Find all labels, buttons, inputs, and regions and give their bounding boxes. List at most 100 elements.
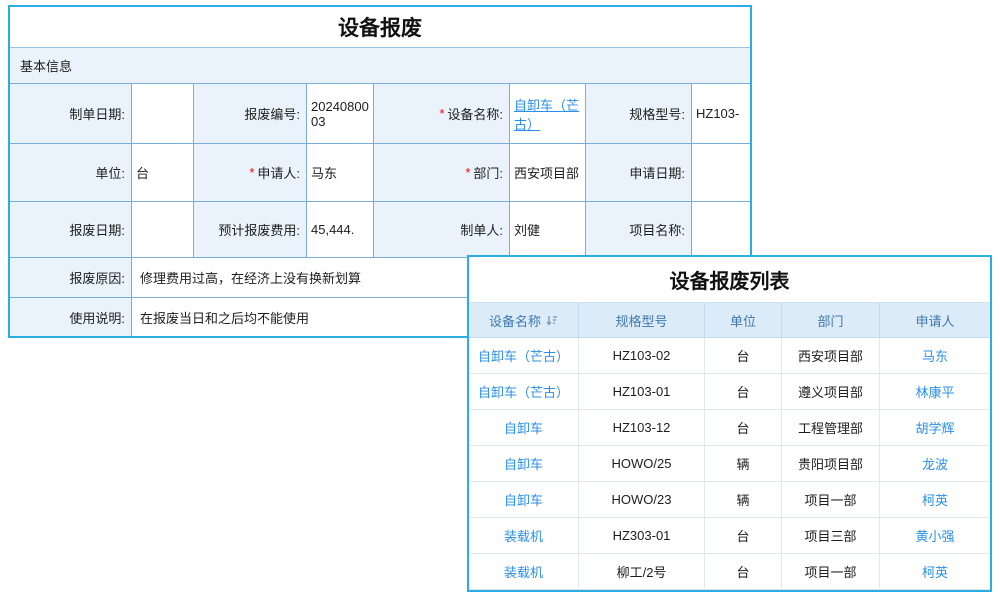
label-create-date: 制单日期: bbox=[10, 84, 132, 144]
equipment-link[interactable]: 自卸车（芒古） bbox=[478, 382, 569, 401]
table-row: 自卸车（芒古） HZ103-01 台 遵义项目部 林康平 bbox=[469, 374, 990, 410]
label-apply-date: 申请日期: bbox=[586, 144, 692, 202]
table-row: 装载机 柳工/2号 台 项目一部 柯英 bbox=[469, 554, 990, 590]
cell-department: 项目一部 bbox=[782, 482, 880, 518]
col-header-unit: 单位 bbox=[705, 303, 782, 338]
label-model: 规格型号: bbox=[586, 84, 692, 144]
value-project-name bbox=[692, 202, 750, 258]
cell-equipment: 自卸车 bbox=[469, 446, 579, 482]
applicant-link[interactable]: 林康平 bbox=[915, 382, 954, 401]
cell-department: 项目三部 bbox=[782, 518, 880, 554]
cell-applicant: 柯英 bbox=[880, 554, 990, 590]
cell-model: HZ103-02 bbox=[579, 338, 705, 374]
cell-department: 西安项目部 bbox=[782, 338, 880, 374]
label-text: 设备名称: bbox=[447, 104, 503, 123]
scrap-list-panel: 设备报废列表 设备名称 规格型号 单位 部门 申请人 自卸车（芒古） HZ103… bbox=[467, 255, 992, 592]
value-model: HZ103- bbox=[692, 84, 750, 144]
col-header-applicant: 申请人 bbox=[880, 303, 990, 338]
cell-unit: 台 bbox=[705, 518, 782, 554]
cell-department: 项目一部 bbox=[782, 554, 880, 590]
label-unit: 单位: bbox=[10, 144, 132, 202]
required-star: * bbox=[439, 106, 444, 121]
applicant-link[interactable]: 柯英 bbox=[922, 490, 948, 509]
cell-applicant: 胡学辉 bbox=[880, 410, 990, 446]
table-row: 自卸车 HZ103-12 台 工程管理部 胡学辉 bbox=[469, 410, 990, 446]
table-row: 自卸车 HOWO/23 辆 项目一部 柯英 bbox=[469, 482, 990, 518]
value-scrap-no: 2024080003 bbox=[307, 84, 374, 144]
cell-unit: 台 bbox=[705, 374, 782, 410]
cell-model: HOWO/23 bbox=[579, 482, 705, 518]
cell-model: HZ303-01 bbox=[579, 518, 705, 554]
cell-equipment: 自卸车（芒古） bbox=[469, 338, 579, 374]
list-title: 设备报废列表 bbox=[469, 257, 990, 303]
equipment-link[interactable]: 自卸车 bbox=[504, 490, 543, 509]
equipment-link[interactable]: 自卸车 bbox=[504, 454, 543, 473]
cell-department: 贵阳项目部 bbox=[782, 446, 880, 482]
cell-equipment: 自卸车 bbox=[469, 482, 579, 518]
label-project-name: 项目名称: bbox=[586, 202, 692, 258]
cell-equipment: 自卸车（芒古） bbox=[469, 374, 579, 410]
label-department: * 部门: bbox=[374, 144, 510, 202]
value-unit: 台 bbox=[132, 144, 194, 202]
value-estimated-cost: 45,444. bbox=[307, 202, 374, 258]
col-header-department: 部门 bbox=[782, 303, 880, 338]
label-applicant: * 申请人: bbox=[194, 144, 307, 202]
section-basic-info: 基本信息 bbox=[10, 48, 750, 84]
label-text: 申请人: bbox=[257, 163, 300, 182]
required-star: * bbox=[249, 165, 254, 180]
required-star: * bbox=[465, 165, 470, 180]
cell-model: HZ103-12 bbox=[579, 410, 705, 446]
label-scrap-no: 报废编号: bbox=[194, 84, 307, 144]
form-grid: 制单日期: 报废编号: 2024080003 * 设备名称: 自卸车（芒古） 规… bbox=[10, 84, 750, 258]
applicant-link[interactable]: 柯英 bbox=[922, 562, 948, 581]
label-scrap-reason: 报废原因: bbox=[10, 258, 132, 298]
cell-model: 柳工/2号 bbox=[579, 554, 705, 590]
cell-unit: 辆 bbox=[705, 482, 782, 518]
applicant-link[interactable]: 马东 bbox=[922, 346, 948, 365]
label-equipment-name: * 设备名称: bbox=[374, 84, 510, 144]
cell-applicant: 柯英 bbox=[880, 482, 990, 518]
cell-equipment: 装载机 bbox=[469, 554, 579, 590]
col-header-equipment-name[interactable]: 设备名称 bbox=[469, 303, 579, 338]
cell-applicant: 黄小强 bbox=[880, 518, 990, 554]
value-creator: 刘健 bbox=[510, 202, 586, 258]
label-creator: 制单人: bbox=[374, 202, 510, 258]
cell-equipment: 装载机 bbox=[469, 518, 579, 554]
equipment-link[interactable]: 自卸车（芒古） bbox=[478, 346, 569, 365]
label-usage-note: 使用说明: bbox=[10, 298, 132, 338]
label-text: 部门: bbox=[473, 163, 503, 182]
sort-descending-icon bbox=[546, 315, 558, 326]
cell-unit: 台 bbox=[705, 338, 782, 374]
col-header-label: 设备名称 bbox=[489, 311, 541, 330]
cell-applicant: 龙波 bbox=[880, 446, 990, 482]
cell-unit: 台 bbox=[705, 410, 782, 446]
equipment-name-link[interactable]: 自卸车（芒古） bbox=[514, 95, 581, 133]
table-row: 自卸车 HOWO/25 辆 贵阳项目部 龙波 bbox=[469, 446, 990, 482]
cell-department: 遵义项目部 bbox=[782, 374, 880, 410]
cell-unit: 辆 bbox=[705, 446, 782, 482]
value-scrap-date bbox=[132, 202, 194, 258]
cell-model: HOWO/25 bbox=[579, 446, 705, 482]
value-apply-date bbox=[692, 144, 750, 202]
applicant-link[interactable]: 胡学辉 bbox=[915, 418, 954, 437]
table-row: 自卸车（芒古） HZ103-02 台 西安项目部 马东 bbox=[469, 338, 990, 374]
table-row: 装载机 HZ303-01 台 项目三部 黄小强 bbox=[469, 518, 990, 554]
table-header-row: 设备名称 规格型号 单位 部门 申请人 bbox=[469, 303, 990, 338]
equipment-link[interactable]: 装载机 bbox=[504, 562, 543, 581]
value-applicant: 马东 bbox=[307, 144, 374, 202]
cell-model: HZ103-01 bbox=[579, 374, 705, 410]
value-create-date bbox=[132, 84, 194, 144]
cell-applicant: 马东 bbox=[880, 338, 990, 374]
value-department: 西安项目部 bbox=[510, 144, 586, 202]
cell-equipment: 自卸车 bbox=[469, 410, 579, 446]
cell-unit: 台 bbox=[705, 554, 782, 590]
cell-applicant: 林康平 bbox=[880, 374, 990, 410]
value-equipment-name: 自卸车（芒古） bbox=[510, 84, 586, 144]
equipment-link[interactable]: 自卸车 bbox=[504, 418, 543, 437]
applicant-link[interactable]: 龙波 bbox=[922, 454, 948, 473]
equipment-link[interactable]: 装载机 bbox=[504, 526, 543, 545]
label-scrap-date: 报废日期: bbox=[10, 202, 132, 258]
form-title: 设备报废 bbox=[10, 7, 750, 48]
col-header-model: 规格型号 bbox=[579, 303, 705, 338]
applicant-link[interactable]: 黄小强 bbox=[915, 526, 954, 545]
